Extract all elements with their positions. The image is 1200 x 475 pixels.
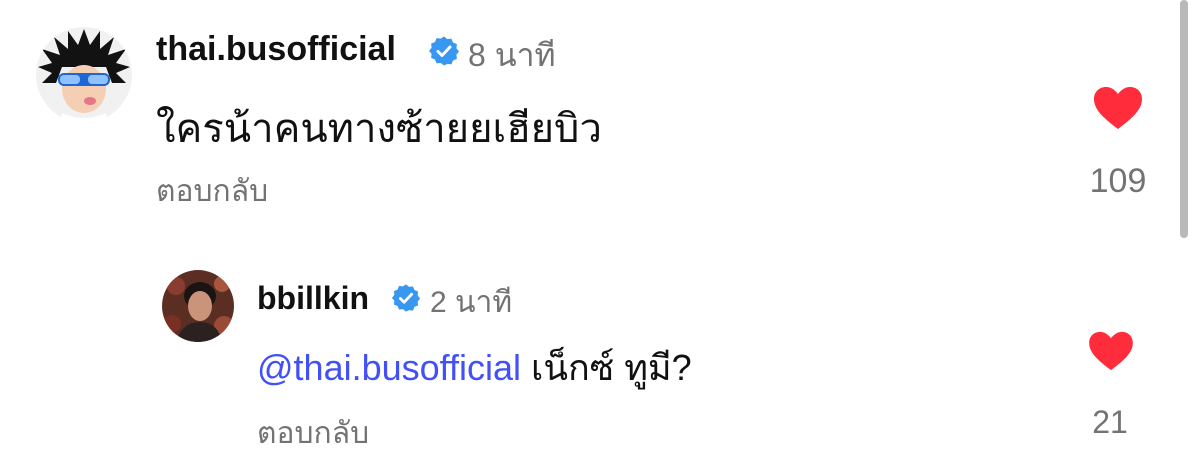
- avatar[interactable]: [36, 27, 132, 123]
- comment-text: @thai.busofficial เน็กซ์ ทูมี?: [257, 339, 692, 396]
- verified-badge-icon: [428, 35, 460, 67]
- scrollbar[interactable]: [1180, 0, 1188, 238]
- spiky-hair-kid-avatar: [36, 27, 132, 123]
- heart-icon[interactable]: [1088, 331, 1134, 371]
- like-count: 21: [1092, 404, 1128, 440]
- reply-button[interactable]: ตอบกลับ: [156, 168, 268, 215]
- comment-text: ใครน้าคนทางซ้ายยเฮียบิว: [156, 107, 602, 151]
- comment-time: 8 นาที: [468, 37, 556, 73]
- avatar[interactable]: [162, 270, 234, 342]
- verified-badge-icon: [391, 283, 421, 313]
- heart-icon[interactable]: [1093, 86, 1143, 130]
- username[interactable]: thai.busofficial: [156, 30, 396, 69]
- like-count: 109: [1089, 162, 1147, 200]
- mention-link[interactable]: @thai.busofficial: [257, 347, 521, 388]
- comment-text-body: เน็กซ์ ทูมี?: [531, 347, 692, 388]
- comment-time: 2 นาที: [430, 286, 513, 319]
- reply-button[interactable]: ตอบกลับ: [257, 410, 369, 457]
- person-portrait-avatar: [162, 270, 234, 342]
- username[interactable]: bbillkin: [257, 280, 369, 317]
